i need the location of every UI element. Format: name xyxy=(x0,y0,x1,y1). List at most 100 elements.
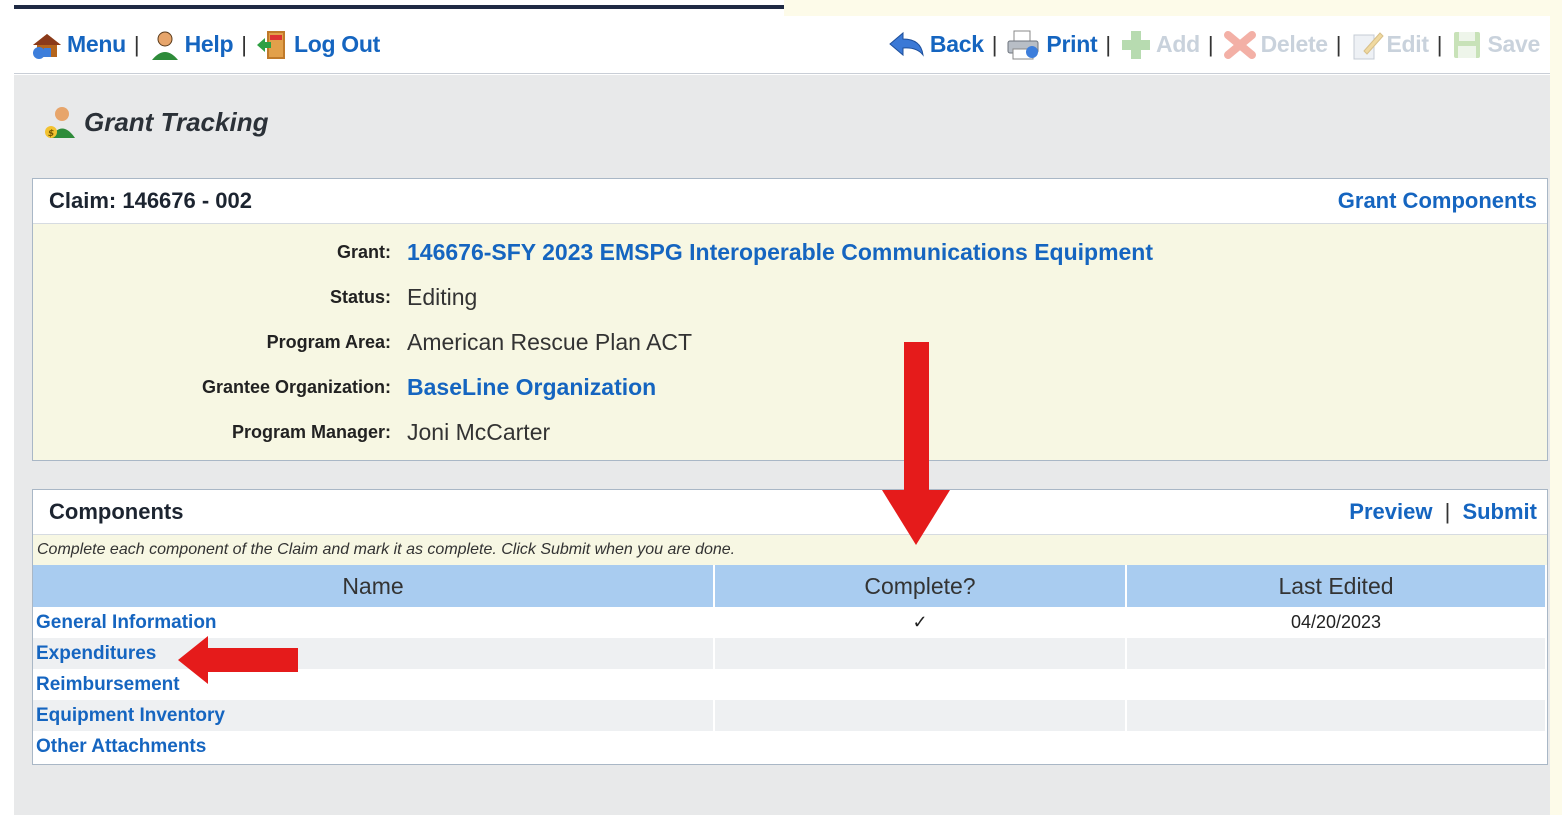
components-panel-header: Components Preview | Submit xyxy=(33,490,1547,535)
add-label: Add xyxy=(1156,31,1200,57)
printer-icon xyxy=(1005,29,1043,61)
svg-text:$: $ xyxy=(48,129,54,139)
status-value: Editing xyxy=(407,284,478,310)
program-manager-row: Program Manager: Joni McCarter xyxy=(33,410,1547,455)
toolbar-separator: | xyxy=(1105,31,1112,57)
logout-label: Log Out xyxy=(293,31,380,57)
program-manager-label: Program Manager: xyxy=(231,422,391,442)
column-header-name: Name xyxy=(33,565,715,607)
top-fade-area xyxy=(784,0,1562,16)
action-divider: | xyxy=(1444,499,1451,524)
claim-panel-header: Claim: 146676 - 002 Grant Components xyxy=(33,179,1547,224)
add-button[interactable]: Add xyxy=(1119,29,1200,61)
toolbar-separator: | xyxy=(133,31,140,57)
toolbar-separator: | xyxy=(1335,31,1342,57)
complete-cell: ✓ xyxy=(714,607,1127,638)
grant-components-link[interactable]: Grant Components xyxy=(1338,188,1537,214)
add-icon xyxy=(1119,29,1153,61)
print-button[interactable]: Print xyxy=(1005,29,1098,61)
components-title: Components xyxy=(49,499,184,524)
program-manager-value: Joni McCarter xyxy=(407,419,551,445)
column-header-complete: Complete? xyxy=(714,565,1127,607)
toolbar-left: Menu | Help | Log Out xyxy=(30,29,380,61)
components-panel: Components Preview | Submit Complete eac… xyxy=(32,489,1548,765)
help-label: Help xyxy=(184,31,234,57)
right-fade-area xyxy=(1550,16,1562,815)
grantee-organization-link[interactable]: BaseLine Organization xyxy=(407,374,656,401)
edit-icon xyxy=(1350,29,1384,61)
grant-row: Grant: 146676-SFY 2023 EMSPG Interoperab… xyxy=(33,230,1547,275)
main-content: $ Grant Tracking Claim: 146676 - 002 Gra… xyxy=(14,75,1550,815)
name-cell: Other Attachments xyxy=(33,731,715,762)
name-cell: General Information xyxy=(33,607,715,638)
menu-label: Menu xyxy=(67,31,126,57)
component-link-equipment-inventory[interactable]: Equipment Inventory xyxy=(36,705,225,726)
claim-details: Grant: 146676-SFY 2023 EMSPG Interoperab… xyxy=(33,224,1547,455)
home-icon xyxy=(30,31,64,59)
complete-cell xyxy=(714,638,1127,669)
top-border-line xyxy=(14,5,784,9)
back-label: Back xyxy=(929,31,984,57)
edit-button[interactable]: Edit xyxy=(1350,29,1429,61)
name-cell: Equipment Inventory xyxy=(33,700,715,731)
program-area-value: American Rescue Plan ACT xyxy=(407,329,693,355)
status-label: Status: xyxy=(329,287,391,307)
component-link-general-information[interactable]: General Information xyxy=(36,612,217,633)
toolbar-separator: | xyxy=(991,31,998,57)
delete-button[interactable]: Delete xyxy=(1222,29,1328,61)
toolbar-separator: | xyxy=(1207,31,1214,57)
menu-link[interactable]: Menu xyxy=(30,31,126,59)
save-label: Save xyxy=(1487,31,1540,57)
component-link-other-attachments[interactable]: Other Attachments xyxy=(36,736,206,757)
complete-cell xyxy=(714,731,1127,762)
page-title: $ Grant Tracking xyxy=(42,105,268,139)
delete-label: Delete xyxy=(1260,31,1329,57)
submit-link[interactable]: Submit xyxy=(1462,499,1537,524)
save-icon xyxy=(1450,29,1484,61)
table-row: Other Attachments xyxy=(33,731,1547,762)
edit-label: Edit xyxy=(1386,31,1430,57)
last-edited-cell xyxy=(1126,669,1547,700)
last-edited-cell: 04/20/2023 xyxy=(1126,607,1547,638)
toolbar-right: Back | Print | Add | Delete | Edit | Sav… xyxy=(887,29,1540,61)
name-cell: Expenditures xyxy=(33,638,715,669)
grant-link[interactable]: 146676-SFY 2023 EMSPG Interoperable Comm… xyxy=(407,239,1153,266)
grant-tracking-icon: $ xyxy=(42,105,78,139)
status-row: Status: Editing xyxy=(33,275,1547,320)
annotation-arrow-down xyxy=(882,342,950,545)
complete-cell xyxy=(714,700,1127,731)
column-header-last-edited: Last Edited xyxy=(1126,565,1547,607)
back-arrow-icon xyxy=(887,31,927,59)
program-area-label: Program Area: xyxy=(266,332,391,352)
program-area-row: Program Area: American Rescue Plan ACT xyxy=(33,320,1547,365)
components-instructions: Complete each component of the Claim and… xyxy=(33,535,1547,565)
component-link-expenditures[interactable]: Expenditures xyxy=(36,643,156,664)
page-title-text: Grant Tracking xyxy=(84,106,269,137)
logout-link[interactable]: Log Out xyxy=(255,29,380,61)
claim-panel: Claim: 146676 - 002 Grant Components Gra… xyxy=(32,178,1548,461)
help-person-icon xyxy=(148,30,182,60)
save-button[interactable]: Save xyxy=(1450,29,1540,61)
grant-label: Grant: xyxy=(337,242,391,262)
complete-cell xyxy=(714,669,1127,700)
toolbar-separator: | xyxy=(241,31,247,57)
component-link-reimbursement[interactable]: Reimbursement xyxy=(36,674,180,695)
grantee-organization-row: Grantee Organization: BaseLine Organizat… xyxy=(33,365,1547,410)
print-label: Print xyxy=(1046,31,1098,57)
components-actions: Preview | Submit xyxy=(1349,499,1537,525)
help-link[interactable]: Help xyxy=(148,30,234,60)
table-header-row: Name Complete? Last Edited xyxy=(33,565,1547,607)
toolbar: Menu | Help | Log Out Back | Print | Add… xyxy=(14,16,1550,74)
delete-icon xyxy=(1222,29,1258,61)
preview-link[interactable]: Preview xyxy=(1349,499,1432,524)
last-edited-cell xyxy=(1126,638,1547,669)
toolbar-separator: | xyxy=(1436,31,1443,57)
table-row: Equipment Inventory xyxy=(33,700,1547,731)
last-edited-cell xyxy=(1126,700,1547,731)
last-edited-cell xyxy=(1126,731,1547,762)
exit-door-icon xyxy=(255,29,291,61)
name-cell: Reimbursement xyxy=(33,669,715,700)
back-button[interactable]: Back xyxy=(887,31,984,59)
annotation-arrow-left xyxy=(178,636,298,684)
claim-title: Claim: 146676 - 002 xyxy=(49,188,253,213)
